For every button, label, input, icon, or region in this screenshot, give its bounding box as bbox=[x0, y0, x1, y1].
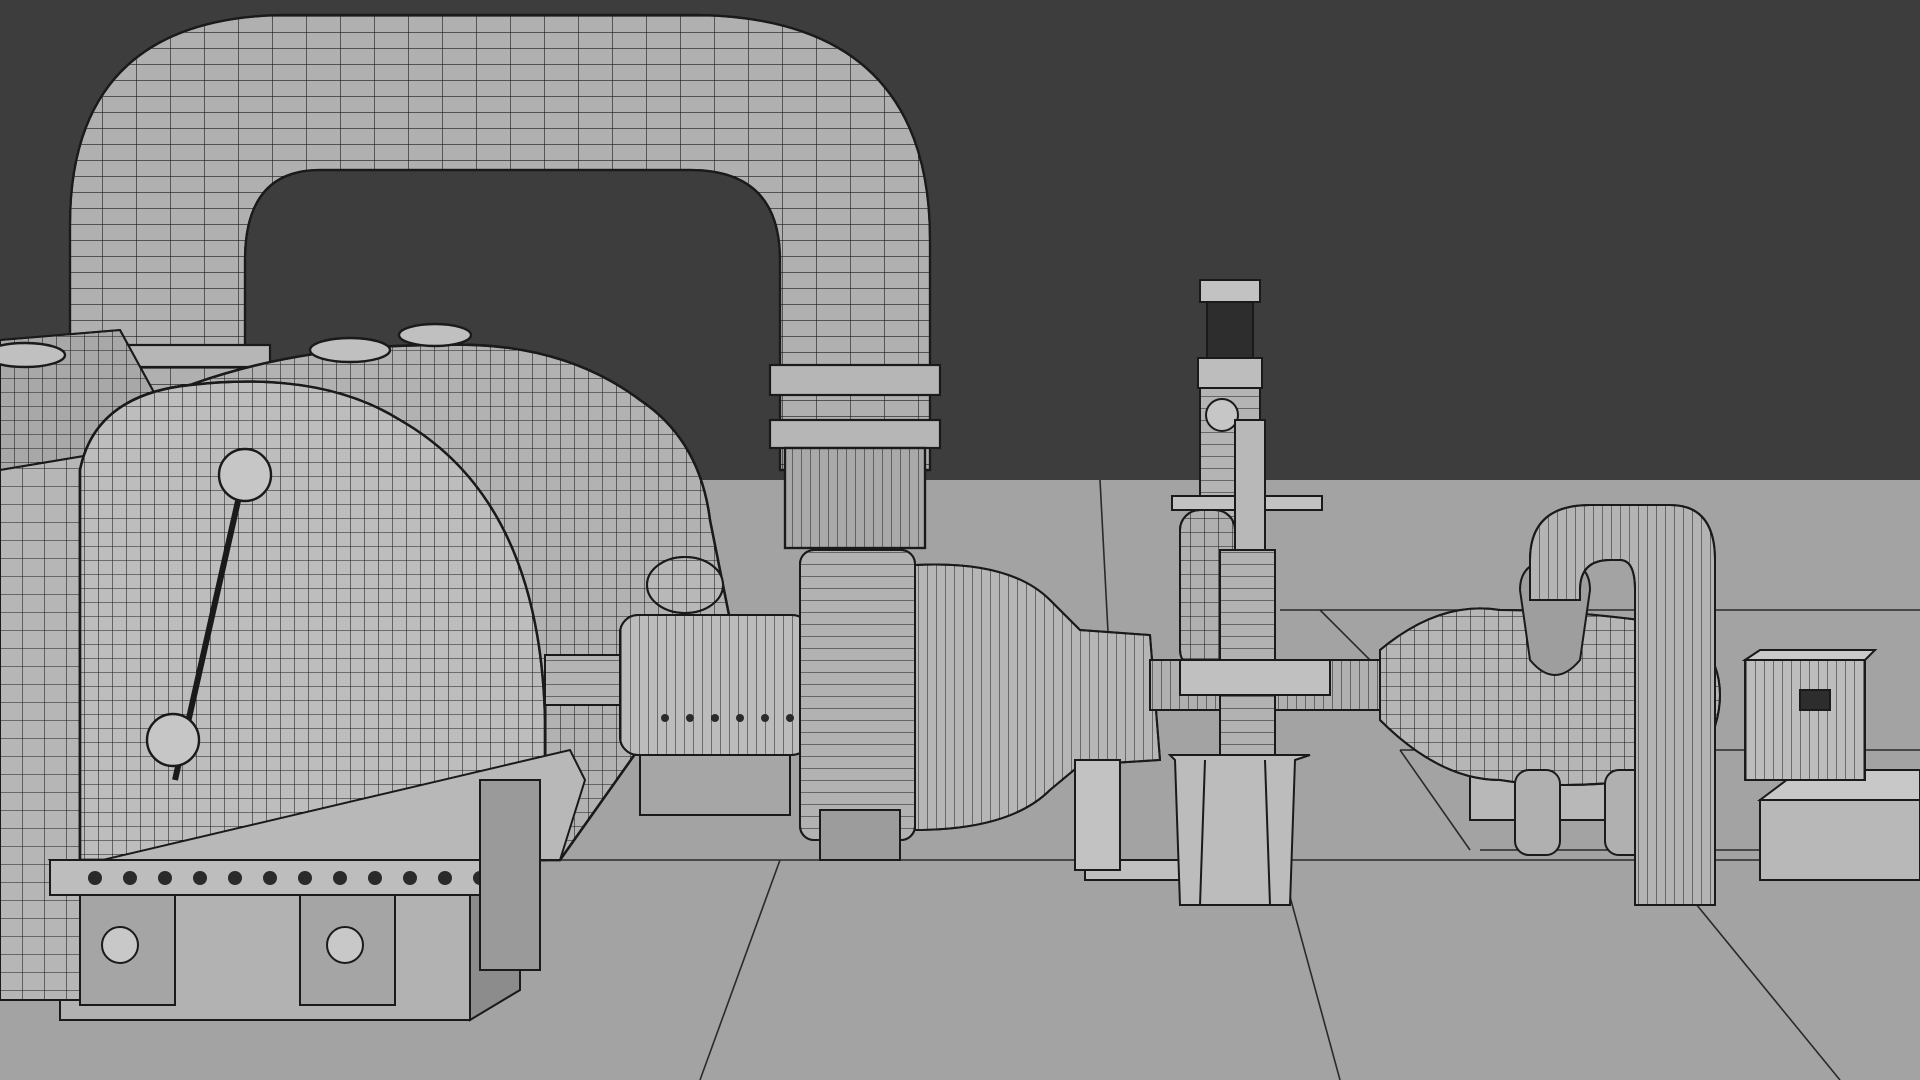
end-housing bbox=[1741, 649, 1878, 781]
wireframe-viewport bbox=[0, 0, 1920, 1080]
